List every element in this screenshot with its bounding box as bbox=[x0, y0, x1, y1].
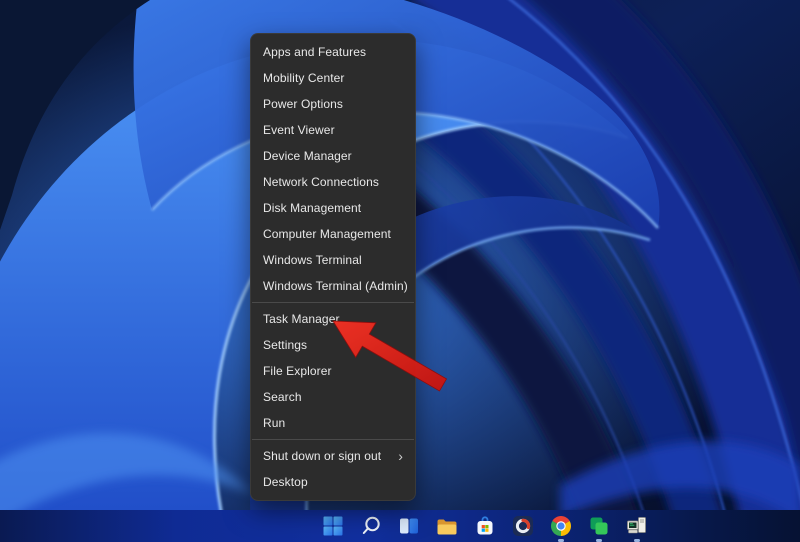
microsoft-store-icon[interactable] bbox=[473, 514, 497, 538]
menu-item-shut-down-or-sign-out[interactable]: Shut down or sign out › bbox=[251, 443, 415, 469]
menu-item-apps-and-features[interactable]: Apps and Features bbox=[251, 39, 415, 65]
menu-item-disk-management[interactable]: Disk Management bbox=[251, 195, 415, 221]
chrome-icon[interactable] bbox=[549, 514, 573, 538]
menu-item-device-manager[interactable]: Device Manager bbox=[251, 143, 415, 169]
menu-item-label: Mobility Center bbox=[263, 71, 345, 85]
menu-item-label: Run bbox=[263, 416, 286, 430]
menu-item-label: Disk Management bbox=[263, 201, 362, 215]
menu-divider bbox=[252, 439, 414, 440]
submenu-chevron-icon: › bbox=[398, 448, 403, 464]
desktop: Apps and Features Mobility Center Power … bbox=[0, 0, 800, 542]
menu-item-label: Shut down or sign out bbox=[263, 449, 382, 463]
menu-item-computer-management[interactable]: Computer Management bbox=[251, 221, 415, 247]
menu-item-windows-terminal[interactable]: Windows Terminal bbox=[251, 247, 415, 273]
legacy-pc-app-icon[interactable] bbox=[625, 514, 649, 538]
menu-item-power-options[interactable]: Power Options bbox=[251, 91, 415, 117]
menu-item-label: Event Viewer bbox=[263, 123, 335, 137]
ring-app-icon[interactable] bbox=[511, 514, 535, 538]
menu-item-label: Power Options bbox=[263, 97, 344, 111]
start-button-icon[interactable] bbox=[321, 514, 345, 538]
menu-item-label: Desktop bbox=[263, 475, 308, 489]
menu-item-label: Settings bbox=[263, 338, 308, 352]
google-chat-icon[interactable] bbox=[587, 514, 611, 538]
menu-item-label: Windows Terminal (Admin) bbox=[263, 279, 408, 293]
menu-item-network-connections[interactable]: Network Connections bbox=[251, 169, 415, 195]
menu-item-label: Apps and Features bbox=[263, 45, 367, 59]
taskbar-icons bbox=[321, 514, 649, 538]
menu-item-label: Task Manager bbox=[263, 312, 340, 326]
menu-item-label: Windows Terminal bbox=[263, 253, 362, 267]
file-explorer-icon[interactable] bbox=[435, 514, 459, 538]
winx-context-menu: Apps and Features Mobility Center Power … bbox=[250, 33, 416, 501]
menu-divider bbox=[252, 302, 414, 303]
search-icon[interactable] bbox=[359, 514, 383, 538]
task-view-icon[interactable] bbox=[397, 514, 421, 538]
menu-item-settings[interactable]: Settings bbox=[251, 332, 415, 358]
taskbar bbox=[0, 510, 800, 542]
menu-item-label: Computer Management bbox=[263, 227, 391, 241]
menu-item-search[interactable]: Search bbox=[251, 384, 415, 410]
menu-item-desktop[interactable]: Desktop bbox=[251, 469, 415, 495]
menu-item-task-manager[interactable]: Task Manager bbox=[251, 306, 415, 332]
menu-item-windows-terminal-admin[interactable]: Windows Terminal (Admin) bbox=[251, 273, 415, 299]
menu-item-file-explorer[interactable]: File Explorer bbox=[251, 358, 415, 384]
menu-item-run[interactable]: Run bbox=[251, 410, 415, 436]
menu-item-label: Network Connections bbox=[263, 175, 379, 189]
menu-item-mobility-center[interactable]: Mobility Center bbox=[251, 65, 415, 91]
menu-item-label: Search bbox=[263, 390, 302, 404]
menu-item-label: File Explorer bbox=[263, 364, 332, 378]
menu-item-event-viewer[interactable]: Event Viewer bbox=[251, 117, 415, 143]
menu-item-label: Device Manager bbox=[263, 149, 352, 163]
